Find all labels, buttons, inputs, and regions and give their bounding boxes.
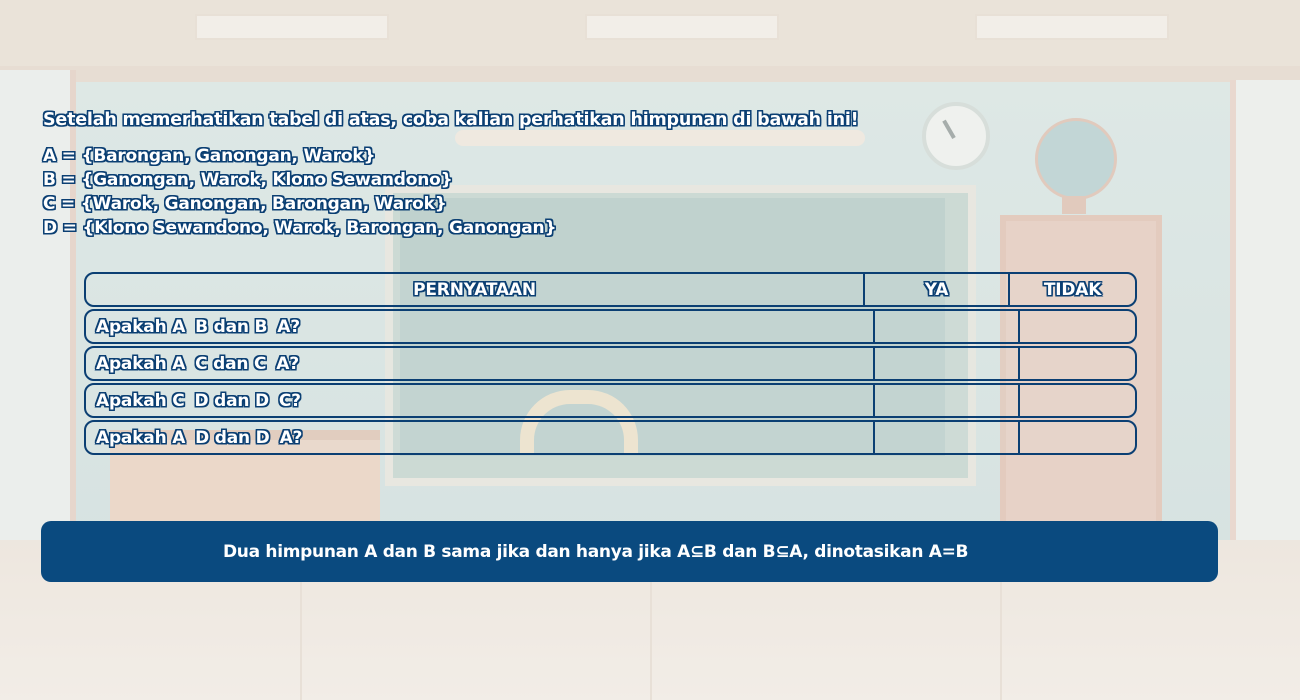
header-tidak: TIDAK	[1043, 279, 1102, 300]
set-definitions: A = {Barongan, Ganongan, Warok} B = {Gan…	[43, 144, 557, 240]
statement-text: Apakah AB dan B A?	[96, 316, 300, 337]
table-header-row: PERNYATAAN YA TIDAK	[84, 272, 1137, 307]
table-row: Apakah CD dan D C?	[84, 383, 1137, 418]
set-b: B = {Ganongan, Warok, Klono Sewandono}	[43, 170, 453, 190]
answer-tidak-cell[interactable]	[1020, 311, 1135, 342]
statement-text: Apakah AD dan D A?	[96, 427, 303, 448]
answer-ya-cell[interactable]	[875, 348, 1020, 379]
statement-table: PERNYATAAN YA TIDAK Apakah AB dan B A? Ap…	[84, 272, 1137, 457]
table-row: Apakah AD dan D A?	[84, 420, 1137, 455]
set-c: C = {Warok, Ganongan, Barongan, Warok}	[43, 194, 447, 214]
statement-text: Apakah CD dan D C?	[96, 390, 301, 411]
table-row: Apakah AB dan B A?	[84, 309, 1137, 344]
header-ya: YA	[924, 279, 949, 300]
set-d: D = {Klono Sewandono, Warok, Barongan, G…	[43, 218, 557, 238]
intro-instruction: Setelah memerhatikan tabel di atas, coba…	[43, 110, 859, 130]
answer-ya-cell[interactable]	[875, 385, 1020, 416]
answer-tidak-cell[interactable]	[1020, 385, 1135, 416]
definition-note: Dua himpunan A dan B sama jika dan hanya…	[41, 521, 1218, 582]
answer-tidak-cell[interactable]	[1020, 348, 1135, 379]
answer-ya-cell[interactable]	[875, 311, 1020, 342]
table-row: Apakah AC dan C A?	[84, 346, 1137, 381]
answer-tidak-cell[interactable]	[1020, 422, 1135, 453]
set-a: A = {Barongan, Ganongan, Warok}	[43, 146, 376, 166]
definition-note-text: Dua himpunan A dan B sama jika dan hanya…	[223, 541, 969, 562]
answer-ya-cell[interactable]	[875, 422, 1020, 453]
header-pernyataan: PERNYATAAN	[413, 279, 536, 300]
statement-text: Apakah AC dan C A?	[96, 353, 299, 374]
